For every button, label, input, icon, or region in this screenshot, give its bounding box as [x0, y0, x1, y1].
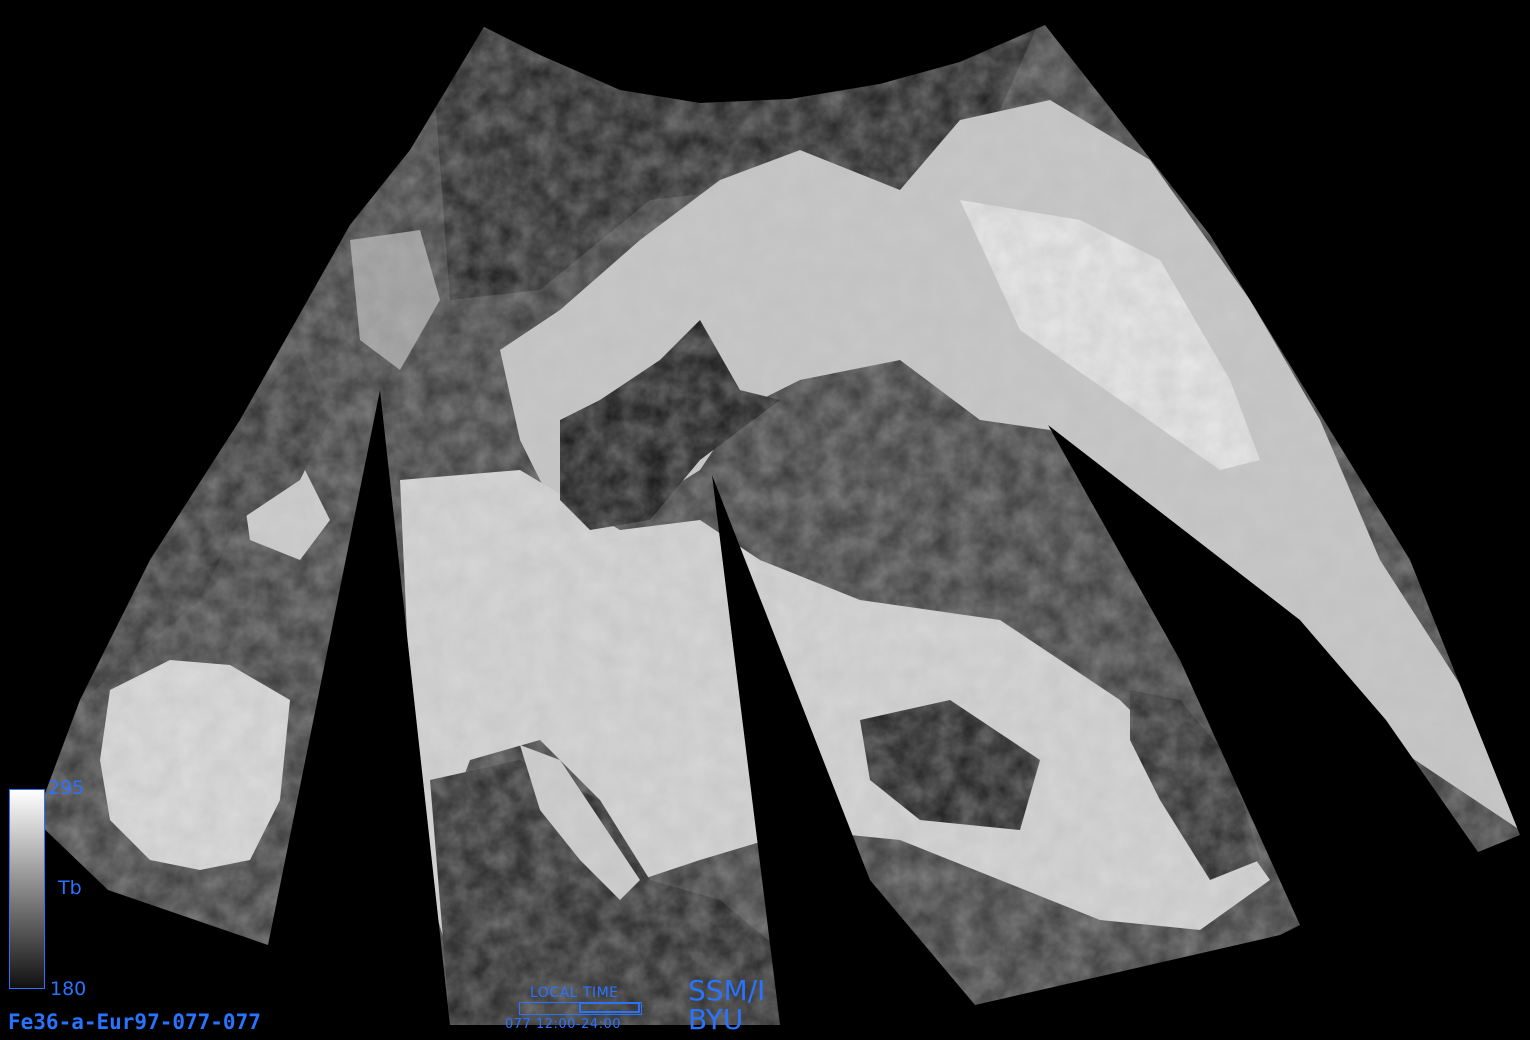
colorbar — [9, 789, 45, 989]
local-time-coverage — [579, 1002, 640, 1013]
colorbar-min-label: 180 — [50, 978, 87, 1000]
local-time-range: 077 12:00-24:00 — [505, 1017, 622, 1032]
satellite-swath-map — [35, 25, 1520, 1025]
sensor-label: SSM/I — [688, 978, 766, 1006]
colorbar-max-label: 295 — [48, 777, 85, 799]
organization-label: BYU — [688, 1003, 744, 1036]
swath-imagery — [35, 25, 1520, 1025]
colorbar-variable-label: Tb — [58, 877, 82, 899]
local-time-label: LOCAL TIME — [530, 985, 619, 1001]
file-label: Fe36-a-Eur97-077-077 — [8, 1010, 261, 1034]
